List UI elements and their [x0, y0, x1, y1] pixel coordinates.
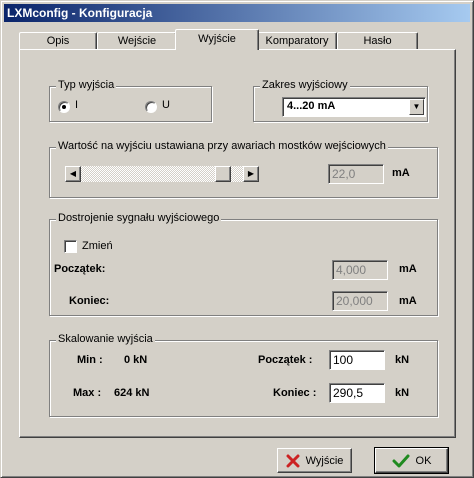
slider-thumb[interactable]: [215, 166, 231, 182]
scaling-legend: Skalowanie wyjścia: [56, 333, 155, 345]
scaling-max-value: 624 kN: [114, 387, 150, 399]
scroll-right-icon[interactable]: ▶: [243, 166, 259, 182]
fault-value-group: Wartość na wyjściu ustawiana przy awaria…: [49, 140, 438, 198]
tuning-group: Dostrojenie sygnału wyjściowego Zmień Po…: [49, 212, 438, 316]
scaling-max-label: Max :: [73, 387, 102, 399]
dropdown-arrow-icon[interactable]: ▼: [409, 99, 424, 115]
tuning-start-unit: mA: [399, 263, 417, 275]
ok-button[interactable]: OK: [374, 447, 449, 474]
change-label: Zmień: [82, 240, 113, 252]
scaling-start-label: Początek :: [258, 354, 313, 366]
fault-value-slider[interactable]: ◀ ▶: [65, 166, 259, 182]
tab-wyjscie[interactable]: Wyjście: [175, 29, 259, 50]
scaling-start-input[interactable]: 100: [329, 350, 385, 370]
fault-value-legend: Wartość na wyjściu ustawiana przy awaria…: [56, 140, 388, 152]
window-title: LXMconfig - Konfiguracja: [7, 6, 153, 20]
change-checkbox[interactable]: [64, 240, 77, 253]
output-range-group: Zakres wyjściowy 4...20 mA ▼: [253, 79, 428, 122]
exit-button-label: Wyjście: [305, 454, 344, 467]
tab-panel-wyjscie: Typ wyjścia I U Zakres wyjściowy 4...20 …: [19, 49, 456, 438]
fault-value-unit: mA: [392, 167, 410, 179]
tuning-end-label: Koniec:: [69, 295, 110, 307]
tab-opis[interactable]: Opis: [19, 32, 97, 49]
red-x-icon: [286, 454, 300, 467]
tuning-start-input[interactable]: 4,000: [332, 260, 388, 280]
radio-voltage[interactable]: [145, 101, 157, 113]
tuning-legend: Dostrojenie sygnału wyjściowego: [56, 212, 222, 224]
output-range-legend: Zakres wyjściowy: [260, 79, 350, 91]
scaling-start-unit: kN: [395, 354, 410, 366]
tab-haslo[interactable]: Hasło: [337, 32, 418, 49]
radio-current[interactable]: [58, 101, 70, 113]
title-bar[interactable]: LXMconfig - Konfiguracja: [4, 4, 470, 22]
output-type-group: Typ wyjścia I U: [49, 79, 212, 122]
radio-current-label: I: [75, 99, 79, 111]
radio-voltage-label: U: [162, 99, 170, 111]
green-check-icon: [392, 454, 410, 467]
output-range-value: 4...20 mA: [287, 100, 336, 112]
output-type-legend: Typ wyjścia: [56, 79, 117, 91]
tuning-end-unit: mA: [399, 295, 417, 307]
scaling-min-label: Min :: [77, 354, 103, 366]
tab-komparatory[interactable]: Komparatory: [257, 32, 337, 49]
output-range-select[interactable]: 4...20 mA ▼: [282, 97, 426, 117]
tuning-start-label: Początek:: [54, 263, 106, 275]
fault-value-input[interactable]: 22,0: [328, 164, 384, 184]
scaling-end-unit: kN: [395, 387, 410, 399]
scaling-group: Skalowanie wyjścia Min : 0 kN Max : 624 …: [49, 333, 438, 417]
tuning-end-input[interactable]: 20,000: [332, 291, 388, 311]
config-window: LXMconfig - Konfiguracja Opis Wejście Wy…: [0, 0, 474, 478]
scaling-end-label: Koniec :: [273, 387, 317, 399]
exit-button[interactable]: Wyjście: [277, 448, 352, 473]
scaling-min-value: 0 kN: [124, 354, 148, 366]
scroll-left-icon[interactable]: ◀: [65, 166, 81, 182]
scaling-end-input[interactable]: 290,5: [329, 383, 385, 403]
ok-button-label: OK: [415, 454, 432, 467]
tab-wejscie[interactable]: Wejście: [97, 32, 177, 49]
